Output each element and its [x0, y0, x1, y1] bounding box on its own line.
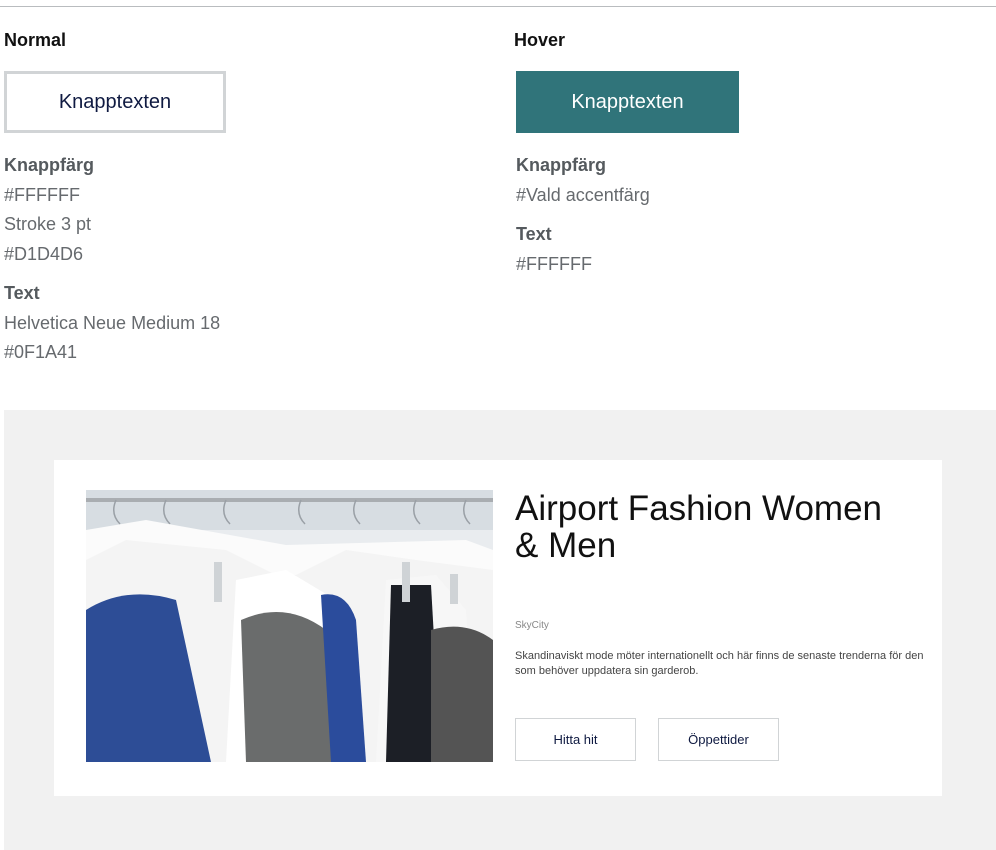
store-photo [86, 490, 493, 762]
card-subtitle: SkyCity [515, 620, 549, 631]
button-color-value: #FFFFFF [4, 184, 80, 205]
text-title: Text [4, 283, 40, 303]
text-color-value: #0F1A41 [4, 342, 78, 362]
normal-heading: Normal [4, 30, 67, 50]
card-description: Skandinaviskt mode möter internationellt… [515, 650, 924, 677]
button-color-value: #Vald accentfärg [516, 184, 650, 205]
store-card: Airport Fashion Women & Men SkyCity Skan… [54, 460, 942, 796]
directions-button[interactable]: Hitta hit [515, 718, 636, 761]
clothes-rack-image [86, 490, 493, 762]
stroke-color-value: #D1D4D6 [4, 243, 84, 264]
button-color-title: Knappfärg [4, 155, 94, 175]
normal-state-button[interactable]: Knapptexten [4, 71, 226, 133]
stroke-value: Stroke 3 pt [4, 214, 92, 234]
text-color-value: #FFFFFF [516, 253, 592, 274]
hover-heading: Hover [514, 30, 566, 50]
top-divider [0, 6, 996, 7]
hover-state-button[interactable]: Knapptexten [516, 71, 739, 133]
hover-spec: Knappfärg #Vald accentfärg Text #FFFFFF [516, 151, 650, 279]
button-color-title: Knappfärg [516, 155, 606, 175]
text-font-value: Helvetica Neue Medium 18 [4, 312, 221, 333]
example-area: Airport Fashion Women & Men SkyCity Skan… [4, 410, 996, 850]
opening-hours-button[interactable]: Öppettider [658, 718, 779, 761]
text-title: Text [516, 224, 552, 244]
card-title: Airport Fashion Women & Men [515, 489, 883, 565]
normal-spec: Knappfärg #FFFFFF Stroke 3 pt #D1D4D6 Te… [4, 151, 220, 368]
